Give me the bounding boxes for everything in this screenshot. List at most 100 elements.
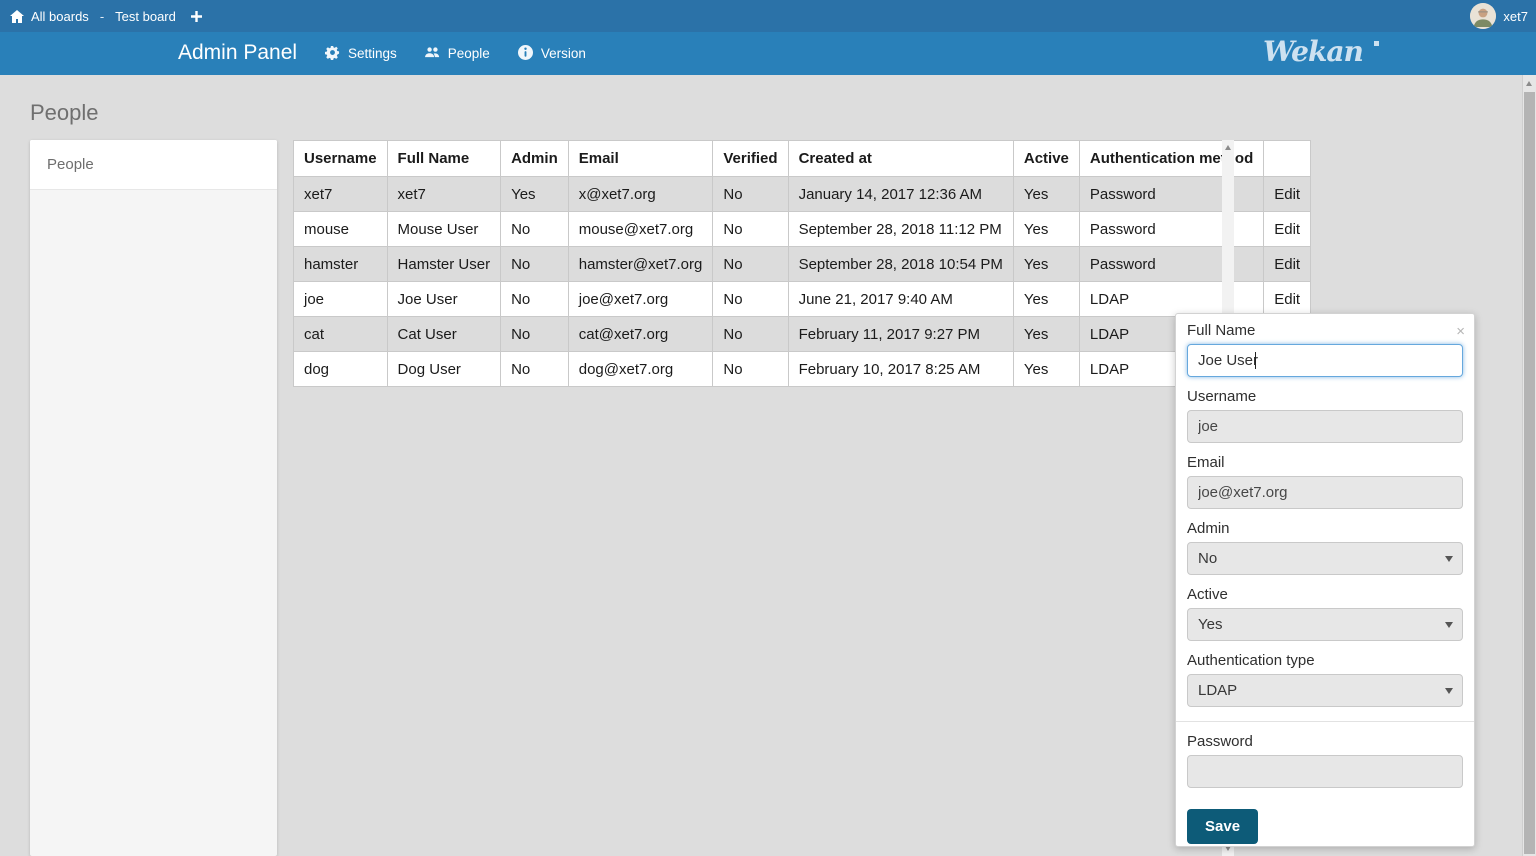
cell-admin: No [501, 317, 569, 352]
menu-label-settings: Settings [348, 46, 397, 61]
home-icon[interactable] [10, 10, 24, 23]
wekan-logo[interactable]: Wekan [1263, 35, 1383, 75]
active-select[interactable]: Yes [1187, 608, 1463, 641]
close-icon[interactable]: × [1456, 327, 1465, 337]
chevron-down-icon [1445, 556, 1453, 562]
cell-auth: LDAP [1079, 282, 1263, 317]
cell-username: cat [294, 317, 388, 352]
cell-admin: No [501, 282, 569, 317]
people-icon [425, 45, 440, 63]
top-navigation-bar: All boards - Test board xet7 [0, 0, 1536, 32]
cell-full-name: Joe User [387, 282, 501, 317]
full-name-input[interactable] [1187, 344, 1463, 377]
column-header [1264, 141, 1311, 177]
admin-label: Admin [1187, 520, 1463, 537]
column-header: Active [1013, 141, 1079, 177]
cell-email: cat@xet7.org [568, 317, 713, 352]
email-input [1187, 476, 1463, 509]
breadcrumb-board-name[interactable]: Test board [115, 9, 176, 24]
cell-full-name: Mouse User [387, 212, 501, 247]
cell-email: mouse@xet7.org [568, 212, 713, 247]
logo-dot [1374, 41, 1379, 46]
add-board-icon[interactable] [183, 11, 202, 22]
cell-auth: Password [1079, 177, 1263, 212]
chevron-down-icon [1445, 622, 1453, 628]
cell-username: mouse [294, 212, 388, 247]
page-scrollbar[interactable] [1522, 75, 1536, 856]
cell-full-name: xet7 [387, 177, 501, 212]
cell-active: Yes [1013, 212, 1079, 247]
column-header: Email [568, 141, 713, 177]
cell-username: dog [294, 352, 388, 387]
page-title: People [30, 100, 99, 126]
cell-created-at: June 21, 2017 9:40 AM [788, 282, 1013, 317]
cell-edit: Edit [1264, 212, 1311, 247]
table-header-row: UsernameFull NameAdminEmailVerifiedCreat… [294, 141, 1311, 177]
scrollbar-thumb[interactable] [1524, 92, 1535, 854]
admin-menu: Settings People Version [325, 32, 586, 75]
column-header: Admin [501, 141, 569, 177]
cell-created-at: February 10, 2017 8:25 AM [788, 352, 1013, 387]
cell-active: Yes [1013, 317, 1079, 352]
cell-admin: No [501, 247, 569, 282]
table-row: mouseMouse UserNomouse@xet7.orgNoSeptemb… [294, 212, 1311, 247]
column-header: Full Name [387, 141, 501, 177]
full-name-label: Full Name [1187, 322, 1463, 339]
text-cursor [1255, 352, 1256, 369]
edit-link[interactable]: Edit [1274, 256, 1300, 273]
scroll-up-icon[interactable] [1225, 145, 1231, 150]
username-input [1187, 410, 1463, 443]
menu-item-settings[interactable]: Settings [325, 45, 397, 63]
save-button[interactable]: Save [1187, 809, 1258, 844]
admin-panel-bar: Admin Panel Settings People Version Weka… [0, 32, 1536, 75]
menu-item-people[interactable]: People [425, 45, 490, 63]
sidebar-item-people[interactable]: People [30, 140, 277, 190]
table-row: hamsterHamster UserNohamster@xet7.orgNoS… [294, 247, 1311, 282]
table-row: xet7xet7Yesx@xet7.orgNoJanuary 14, 2017 … [294, 177, 1311, 212]
column-header: Created at [788, 141, 1013, 177]
cell-admin: Yes [501, 177, 569, 212]
cell-email: x@xet7.org [568, 177, 713, 212]
cell-verified: No [713, 212, 788, 247]
cell-email: dog@xet7.org [568, 352, 713, 387]
cell-full-name: Dog User [387, 352, 501, 387]
scroll-up-icon[interactable] [1526, 81, 1532, 86]
admin-panel-title: Admin Panel [178, 41, 297, 65]
username-label: Username [1187, 388, 1463, 405]
gear-icon [325, 45, 340, 63]
menu-label-version: Version [541, 46, 586, 61]
chevron-down-icon [1445, 688, 1453, 694]
menu-label-people: People [448, 46, 490, 61]
cell-username: joe [294, 282, 388, 317]
table-row: joeJoe UserNojoe@xet7.orgNoJune 21, 2017… [294, 282, 1311, 317]
column-header: Verified [713, 141, 788, 177]
sidebar: People [30, 140, 277, 856]
cell-auth: Password [1079, 247, 1263, 282]
cell-verified: No [713, 352, 788, 387]
cell-full-name: Hamster User [387, 247, 501, 282]
password-label: Password [1187, 733, 1463, 750]
cell-active: Yes [1013, 177, 1079, 212]
edit-link[interactable]: Edit [1274, 291, 1300, 308]
breadcrumb-separator: - [100, 9, 104, 24]
email-label: Email [1187, 454, 1463, 471]
edit-link[interactable]: Edit [1274, 186, 1300, 203]
cell-active: Yes [1013, 247, 1079, 282]
column-header: Authentication method [1079, 141, 1263, 177]
edit-link[interactable]: Edit [1274, 221, 1300, 238]
avatar[interactable] [1470, 3, 1496, 29]
cell-edit: Edit [1264, 177, 1311, 212]
cell-created-at: February 11, 2017 9:27 PM [788, 317, 1013, 352]
password-input[interactable] [1187, 755, 1463, 788]
cell-admin: No [501, 352, 569, 387]
cell-created-at: January 14, 2017 12:36 AM [788, 177, 1013, 212]
menu-item-version[interactable]: Version [518, 45, 586, 63]
current-user-name[interactable]: xet7 [1503, 9, 1528, 24]
auth-type-select[interactable]: LDAP [1187, 674, 1463, 707]
cell-full-name: Cat User [387, 317, 501, 352]
breadcrumb-all-boards[interactable]: All boards [31, 9, 89, 24]
cell-username: xet7 [294, 177, 388, 212]
admin-select[interactable]: No [1187, 542, 1463, 575]
cell-active: Yes [1013, 282, 1079, 317]
cell-email: joe@xet7.org [568, 282, 713, 317]
